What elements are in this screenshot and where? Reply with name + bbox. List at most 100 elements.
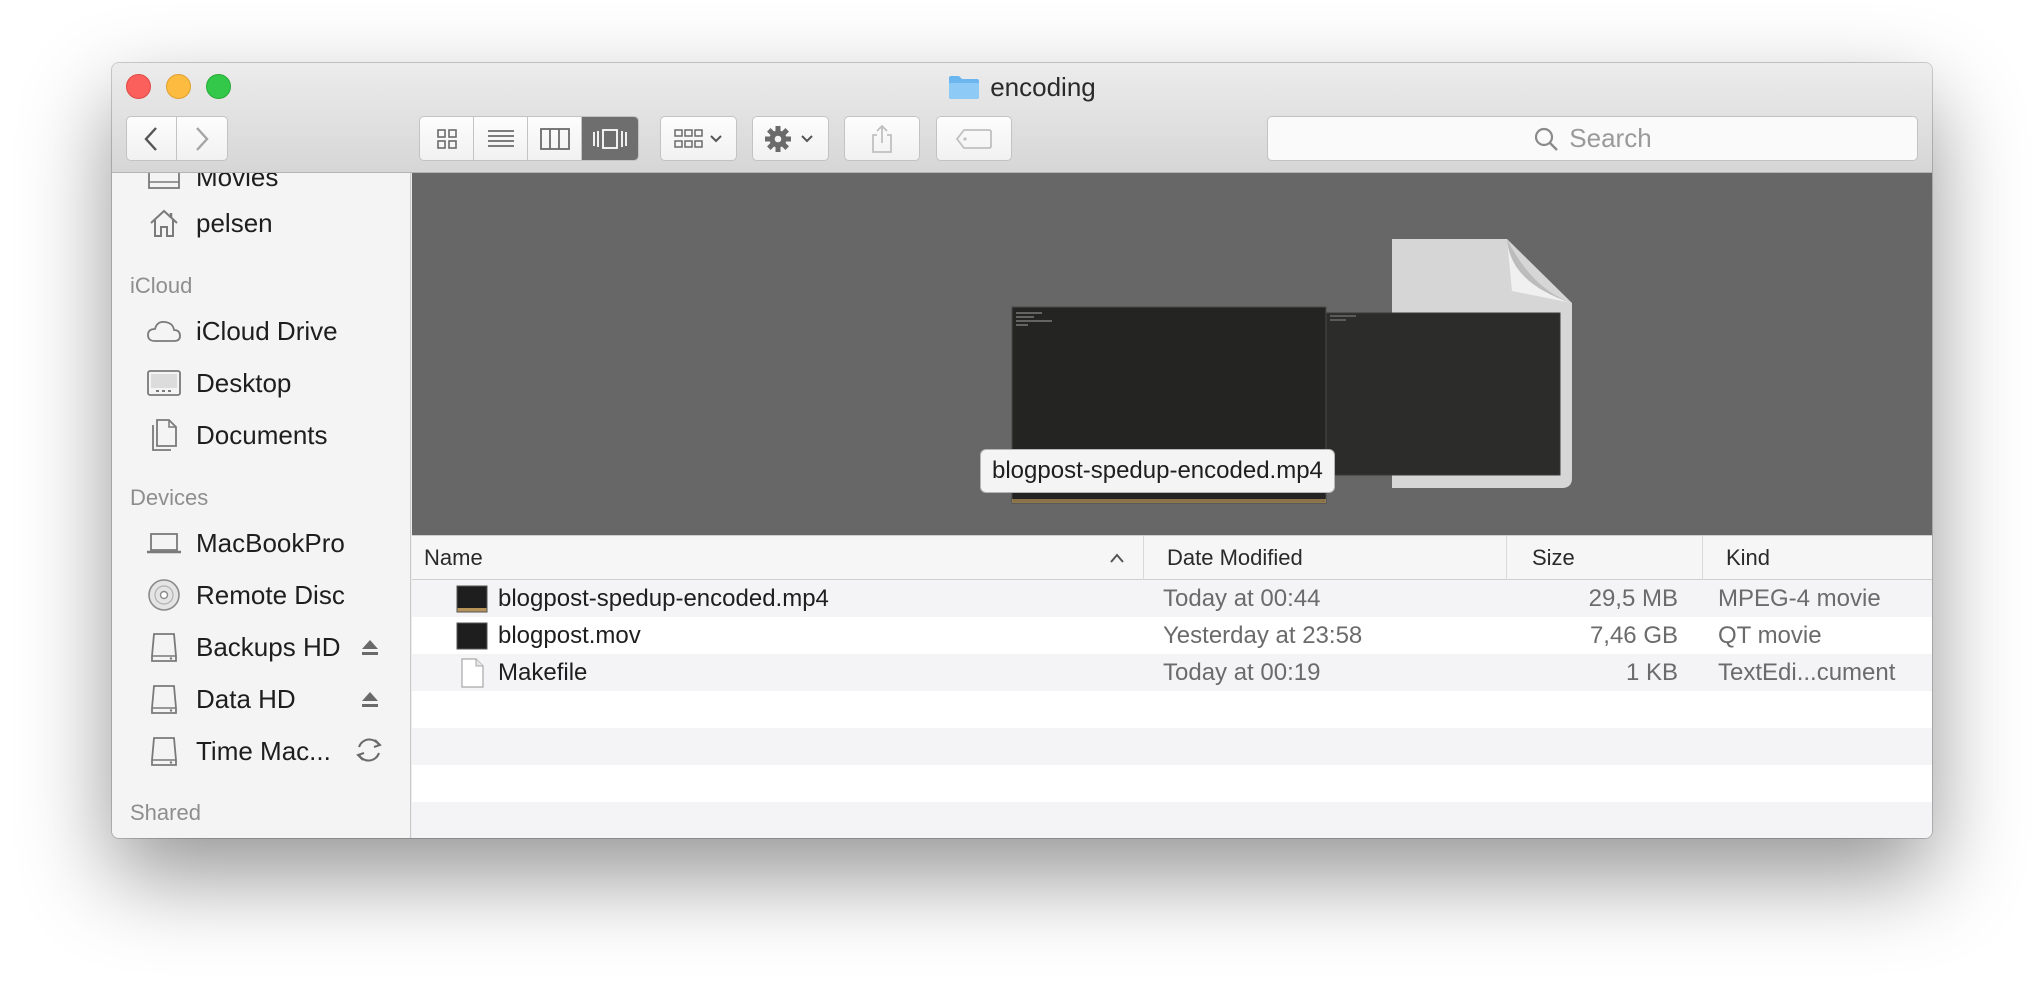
back-button[interactable] — [127, 117, 177, 160]
column-label: Name — [424, 545, 483, 570]
sidebar-item-macbookpro[interactable]: MacBookPro — [146, 521, 345, 565]
column-view-button[interactable] — [528, 117, 582, 160]
eject-icon[interactable] — [356, 633, 384, 661]
sidebar-header-devices: Devices — [130, 485, 209, 510]
window-title: encoding — [112, 69, 1932, 105]
sidebar-item-label: pelsen — [196, 207, 273, 238]
sidebar-item-label: Data HD — [196, 683, 296, 714]
file-size: 7,46 GB — [1589, 622, 1678, 649]
movie-file-icon — [456, 585, 488, 612]
eject-icon[interactable] — [356, 685, 384, 713]
documents-icon — [146, 417, 182, 453]
drive-icon — [146, 681, 182, 717]
icon-view-button[interactable] — [420, 117, 474, 160]
file-name-cell: Makefile — [456, 654, 587, 691]
sidebar-item-label: iCloud Drive — [196, 315, 338, 346]
sidebar-item-label: Desktop — [196, 367, 292, 398]
gear-icon — [764, 125, 813, 152]
sidebar-item-label: Remote Disc — [196, 579, 345, 610]
coverflow-view-icon — [593, 128, 627, 149]
sidebar: Movies pelsen iCloud iCloud Drive Deskto… — [112, 173, 411, 838]
cloud-icon — [146, 313, 182, 349]
search-field[interactable]: Search — [1267, 116, 1918, 161]
sidebar-header-shared: Shared — [130, 800, 201, 825]
share-icon — [872, 124, 892, 153]
file-name-cell: blogpost.mov — [456, 617, 641, 654]
tag-button[interactable] — [936, 116, 1012, 161]
file-date: Yesterday at 23:58 — [1163, 622, 1363, 649]
column-view-icon — [539, 127, 570, 150]
sidebar-item-label: Documents — [196, 419, 328, 450]
column-header-name[interactable]: Name — [412, 536, 1144, 580]
arrange-button[interactable] — [660, 116, 737, 161]
file-list: Name Date Modified Size Kind blogpost-sp… — [412, 535, 1932, 838]
coverflow-view-button[interactable] — [582, 117, 638, 160]
list-view-icon — [487, 129, 514, 147]
sidebar-item-desktop[interactable]: Desktop — [146, 361, 291, 405]
file-size: 29,5 MB — [1588, 585, 1678, 612]
group-arrange-icon — [673, 128, 722, 148]
view-mode-control — [419, 116, 639, 161]
column-label: Date Modified — [1167, 545, 1303, 570]
file-name-cell: blogpost-spedup-encoded.mp4 — [456, 580, 829, 617]
column-header-date[interactable]: Date Modified — [1145, 536, 1507, 580]
table-row[interactable]: Makefile Today at 00:19 1 KB TextEdi...c… — [412, 654, 1932, 691]
search-placeholder: Search — [1569, 123, 1652, 153]
sidebar-item-time-machine[interactable]: Time Mac... — [146, 729, 331, 773]
file-date: Today at 00:44 — [1163, 585, 1321, 612]
tag-icon — [955, 128, 992, 149]
column-header-kind[interactable]: Kind — [1704, 536, 1932, 580]
disc-icon — [146, 577, 182, 613]
coverflow-selected-label: blogpost-spedup-encoded.mp4 — [980, 449, 1335, 493]
drive-icon — [146, 733, 182, 769]
window-title-text: encoding — [990, 72, 1096, 102]
sidebar-item-label: Time Mac... — [196, 735, 331, 766]
column-label: Size — [1532, 545, 1575, 570]
coverflow-area[interactable]: blogpost-spedup-encoded.mp4 — [412, 173, 1932, 535]
back-chevron-icon — [144, 126, 158, 151]
search-icon — [1535, 127, 1559, 151]
file-name: blogpost.mov — [498, 622, 641, 649]
sync-icon — [352, 733, 386, 767]
empty-row — [412, 802, 1932, 838]
nav-buttons — [126, 116, 228, 161]
sidebar-item-data-hd[interactable]: Data HD — [146, 677, 296, 721]
movie-thumbnail-secondary — [1326, 313, 1560, 475]
table-row[interactable]: blogpost-spedup-encoded.mp4 Today at 00:… — [412, 580, 1932, 617]
forward-button[interactable] — [177, 117, 227, 160]
forward-chevron-icon — [195, 126, 209, 151]
folder-icon — [948, 73, 980, 109]
file-name: blogpost-spedup-encoded.mp4 — [498, 585, 829, 612]
sidebar-item-home[interactable]: pelsen — [146, 201, 273, 245]
sidebar-header-icloud: iCloud — [130, 273, 193, 298]
sort-ascending-icon — [1110, 553, 1124, 563]
list-view-button[interactable] — [474, 117, 528, 160]
action-button[interactable] — [752, 116, 829, 161]
document-file-icon — [461, 657, 484, 688]
sidebar-item-backups-hd[interactable]: Backups HD — [146, 625, 341, 669]
file-kind: QT movie — [1718, 622, 1822, 649]
empty-row — [412, 765, 1932, 802]
finder-window: encoding Search Movies pelsen iCloud iCl… — [112, 63, 1932, 838]
laptop-icon — [146, 525, 182, 561]
sidebar-item-movies[interactable]: Movies — [146, 173, 278, 199]
file-size: 1 KB — [1625, 659, 1678, 686]
home-icon — [146, 205, 182, 241]
file-name: Makefile — [498, 659, 588, 686]
column-label: Kind — [1726, 545, 1771, 570]
column-header-size[interactable]: Size — [1508, 536, 1703, 580]
table-row[interactable]: blogpost.mov Yesterday at 23:58 7,46 GB … — [412, 617, 1932, 654]
icon-view-icon — [436, 128, 457, 149]
share-button[interactable] — [844, 116, 920, 161]
sidebar-item-label: Movies — [196, 173, 279, 192]
sidebar-item-label: MacBookPro — [196, 527, 345, 558]
desktop-icon — [146, 365, 182, 401]
drive-icon — [146, 629, 182, 665]
sidebar-item-icloud-drive[interactable]: iCloud Drive — [146, 309, 338, 353]
movies-icon — [146, 173, 182, 195]
movie-file-icon — [456, 622, 488, 649]
sidebar-item-remote-disc[interactable]: Remote Disc — [146, 573, 345, 617]
file-kind: TextEdi...cument — [1718, 659, 1896, 686]
sidebar-item-documents[interactable]: Documents — [146, 413, 328, 457]
list-header: Name Date Modified Size Kind — [412, 535, 1932, 580]
